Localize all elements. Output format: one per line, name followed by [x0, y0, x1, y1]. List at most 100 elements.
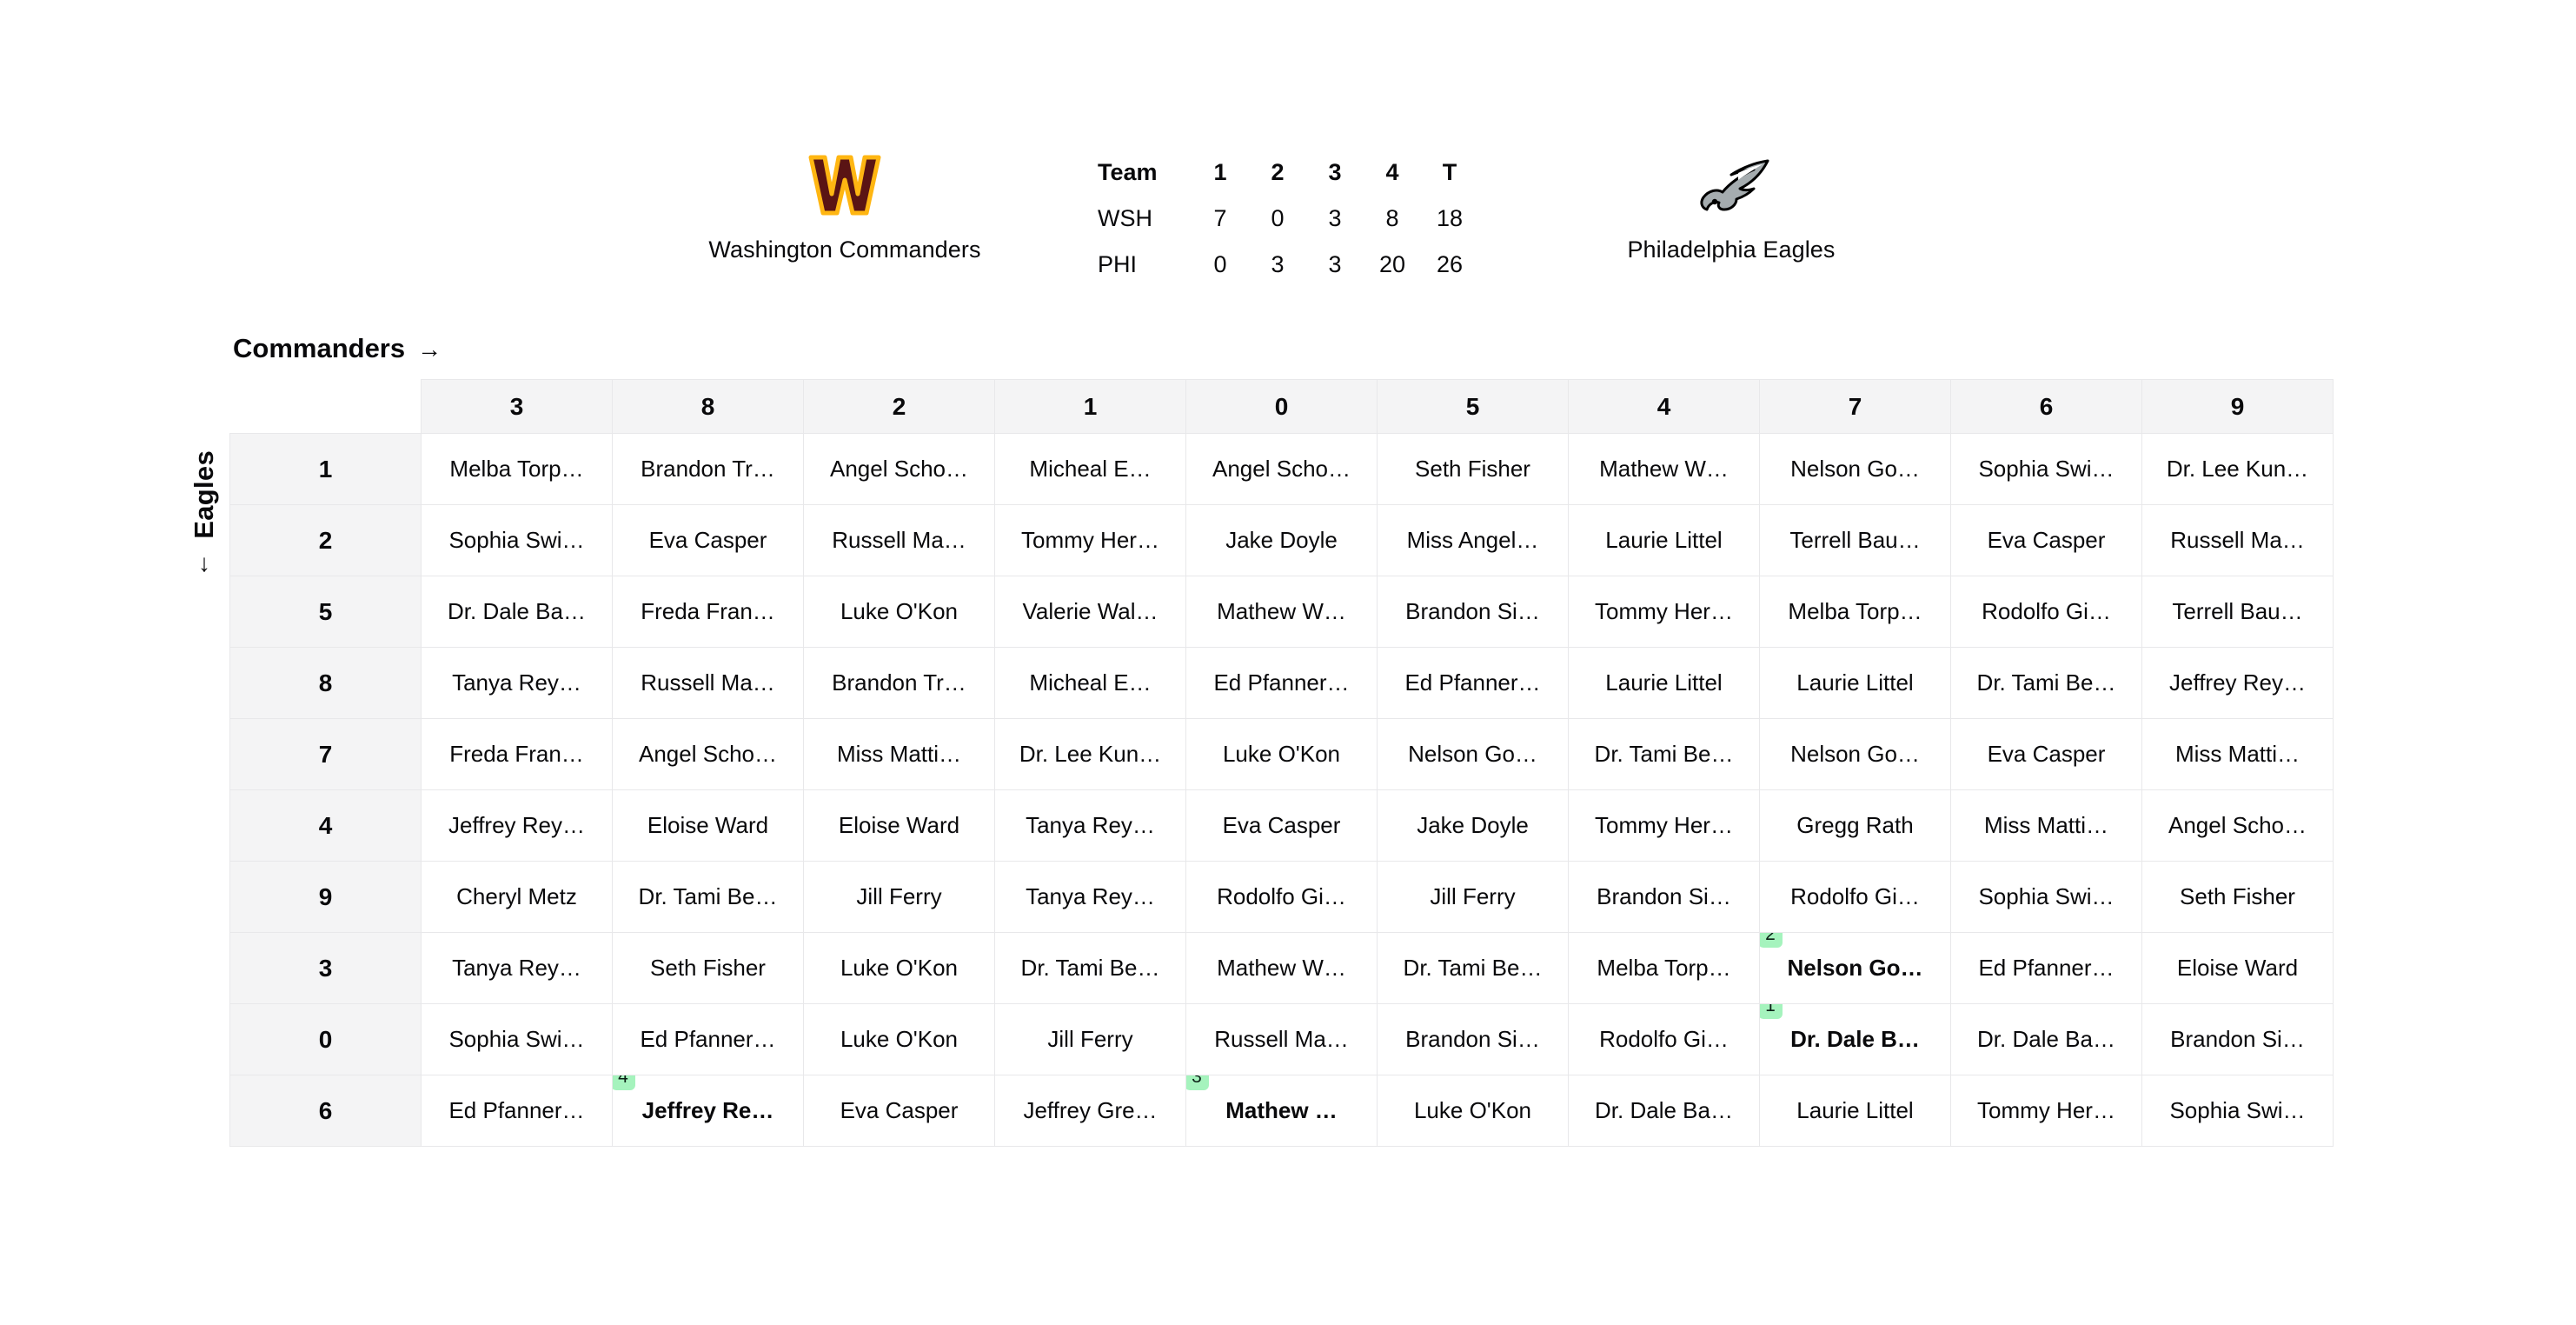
square-cell[interactable]: Seth Fisher [612, 932, 804, 1004]
square-cell[interactable]: Eva Casper [1185, 789, 1378, 862]
square-cell[interactable]: Jill Ferry [1377, 861, 1569, 933]
square-cell[interactable]: Eloise Ward [612, 789, 804, 862]
square-cell[interactable]: 4 Jeffrey Re… [612, 1075, 804, 1147]
square-cell[interactable]: Melba Torp… [1759, 576, 1951, 648]
square-cell[interactable]: Rodolfo Gi… [1759, 861, 1951, 933]
square-cell[interactable]: Melba Torp… [1568, 932, 1760, 1004]
square-cell[interactable]: Cheryl Metz [421, 861, 613, 933]
square-cell[interactable]: Mathew W… [1185, 932, 1378, 1004]
square-cell[interactable]: 1 Dr. Dale B… [1759, 1003, 1951, 1075]
square-cell[interactable]: Sophia Swi… [1950, 433, 2142, 505]
square-cell[interactable]: Jeffrey Gre… [994, 1075, 1186, 1147]
square-cell[interactable]: Luke O'Kon [1185, 718, 1378, 790]
square-cell[interactable]: 3 Mathew … [1185, 1075, 1378, 1147]
square-cell[interactable]: Tanya Rey… [421, 932, 613, 1004]
square-cell[interactable]: Mathew W… [1568, 433, 1760, 505]
square-cell[interactable]: Ed Pfanner… [1950, 932, 2142, 1004]
square-cell[interactable]: Rodolfo Gi… [1950, 576, 2142, 648]
square-cell[interactable]: Dr. Tami Be… [612, 861, 804, 933]
square-cell[interactable]: Tommy Her… [1568, 789, 1760, 862]
square-cell[interactable]: 2 Nelson Go… [1759, 932, 1951, 1004]
square-cell[interactable]: Miss Matti… [803, 718, 995, 790]
square-cell[interactable]: Nelson Go… [1759, 718, 1951, 790]
square-cell[interactable]: Brandon Tr… [803, 647, 995, 719]
square-cell[interactable]: Russell Ma… [803, 504, 995, 576]
square-cell[interactable]: Jake Doyle [1377, 789, 1569, 862]
square-cell[interactable]: Jill Ferry [803, 861, 995, 933]
square-cell[interactable]: Dr. Tami Be… [1568, 718, 1760, 790]
square-cell[interactable]: Russell Ma… [612, 647, 804, 719]
square-cell[interactable]: Miss Angel… [1377, 504, 1569, 576]
square-cell[interactable]: Laurie Littel [1759, 647, 1951, 719]
square-cell[interactable]: Brandon Si… [1568, 861, 1760, 933]
square-cell[interactable]: Jeffrey Rey… [2141, 647, 2334, 719]
square-cell[interactable]: Freda Fran… [612, 576, 804, 648]
square-cell[interactable]: Brandon Si… [1377, 576, 1569, 648]
square-cell[interactable]: Eva Casper [1950, 718, 2142, 790]
square-cell[interactable]: Miss Matti… [1950, 789, 2142, 862]
square-cell[interactable]: Jill Ferry [994, 1003, 1186, 1075]
square-cell[interactable]: Brandon Si… [1377, 1003, 1569, 1075]
square-cell[interactable]: Luke O'Kon [803, 932, 995, 1004]
square-cell[interactable]: Luke O'Kon [1377, 1075, 1569, 1147]
square-cell[interactable]: Dr. Dale Ba… [1568, 1075, 1760, 1147]
square-cell[interactable]: Ed Pfanner… [421, 1075, 613, 1147]
square-cell[interactable]: Sophia Swi… [2141, 1075, 2334, 1147]
square-cell[interactable]: Freda Fran… [421, 718, 613, 790]
square-cell[interactable]: Eva Casper [803, 1075, 995, 1147]
square-cell[interactable]: Rodolfo Gi… [1568, 1003, 1760, 1075]
square-cell[interactable]: Tanya Rey… [421, 647, 613, 719]
square-cell[interactable]: Brandon Tr… [612, 433, 804, 505]
square-cell[interactable]: Laurie Littel [1568, 647, 1760, 719]
square-cell[interactable]: Terrell Bau… [2141, 576, 2334, 648]
square-cell[interactable]: Eva Casper [612, 504, 804, 576]
square-cell[interactable]: Eva Casper [1950, 504, 2142, 576]
square-cell[interactable]: Mathew W… [1185, 576, 1378, 648]
square-cell[interactable]: Ed Pfanner… [612, 1003, 804, 1075]
square-cell[interactable]: Russell Ma… [2141, 504, 2334, 576]
square-cell[interactable]: Rodolfo Gi… [1185, 861, 1378, 933]
square-cell[interactable]: Seth Fisher [2141, 861, 2334, 933]
square-cell[interactable]: Nelson Go… [1377, 718, 1569, 790]
square-cell[interactable]: Eloise Ward [2141, 932, 2334, 1004]
square-cell[interactable]: Angel Scho… [2141, 789, 2334, 862]
square-cell[interactable]: Dr. Dale Ba… [1950, 1003, 2142, 1075]
square-cell[interactable]: Dr. Lee Kun… [2141, 433, 2334, 505]
square-cell[interactable]: Tanya Rey… [994, 861, 1186, 933]
square-cell[interactable]: Dr. Tami Be… [994, 932, 1186, 1004]
square-cell[interactable]: Tommy Her… [994, 504, 1186, 576]
square-cell[interactable]: Angel Scho… [612, 718, 804, 790]
square-cell[interactable]: Tommy Her… [1950, 1075, 2142, 1147]
square-cell[interactable]: Angel Scho… [1185, 433, 1378, 505]
square-cell[interactable]: Angel Scho… [803, 433, 995, 505]
square-cell[interactable]: Sophia Swi… [421, 504, 613, 576]
square-cell[interactable]: Tanya Rey… [994, 789, 1186, 862]
square-cell[interactable]: Nelson Go… [1759, 433, 1951, 505]
square-cell[interactable]: Dr. Dale Ba… [421, 576, 613, 648]
square-cell[interactable]: Laurie Littel [1759, 1075, 1951, 1147]
square-cell[interactable]: Luke O'Kon [803, 576, 995, 648]
square-cell[interactable]: Ed Pfanner… [1377, 647, 1569, 719]
square-cell[interactable]: Seth Fisher [1377, 433, 1569, 505]
square-cell[interactable]: Ed Pfanner… [1185, 647, 1378, 719]
square-cell[interactable]: Brandon Si… [2141, 1003, 2334, 1075]
square-cell[interactable]: Micheal E… [994, 647, 1186, 719]
square-cell[interactable]: Laurie Littel [1568, 504, 1760, 576]
square-cell[interactable]: Valerie Wal… [994, 576, 1186, 648]
square-cell[interactable]: Sophia Swi… [1950, 861, 2142, 933]
square-cell[interactable]: Jeffrey Rey… [421, 789, 613, 862]
square-cell[interactable]: Tommy Her… [1568, 576, 1760, 648]
square-cell[interactable]: Terrell Bau… [1759, 504, 1951, 576]
square-cell[interactable]: Russell Ma… [1185, 1003, 1378, 1075]
square-cell[interactable]: Dr. Lee Kun… [994, 718, 1186, 790]
square-cell[interactable]: Luke O'Kon [803, 1003, 995, 1075]
square-cell[interactable]: Dr. Tami Be… [1950, 647, 2142, 719]
square-cell[interactable]: Jake Doyle [1185, 504, 1378, 576]
square-cell[interactable]: Eloise Ward [803, 789, 995, 862]
square-cell[interactable]: Micheal E… [994, 433, 1186, 505]
square-cell[interactable]: Dr. Tami Be… [1377, 932, 1569, 1004]
square-cell[interactable]: Gregg Rath [1759, 789, 1951, 862]
square-cell[interactable]: Sophia Swi… [421, 1003, 613, 1075]
square-cell[interactable]: Melba Torp… [421, 433, 613, 505]
square-cell[interactable]: Miss Matti… [2141, 718, 2334, 790]
